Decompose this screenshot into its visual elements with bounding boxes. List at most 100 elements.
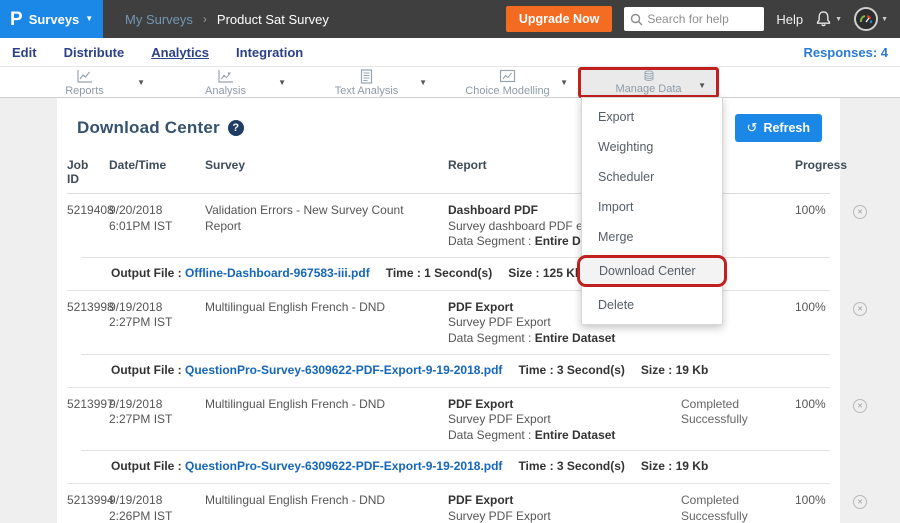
toolbar-label: Analysis	[205, 85, 246, 97]
line-chart-icon	[76, 69, 93, 84]
job-datetime: 9/19/2018 2:27PM IST	[109, 300, 197, 347]
output-time: Time : 1 Second(s)	[386, 266, 492, 280]
toolbar-reports[interactable]: Reports	[14, 67, 155, 98]
cancel-job-icon[interactable]: ✕	[853, 495, 867, 509]
segment-label: Data Segment :	[448, 428, 535, 442]
cancel-job-icon[interactable]: ✕	[853, 399, 867, 413]
col-date-time: Date/Time	[109, 158, 197, 186]
col-progress: Progress	[789, 158, 834, 186]
job-datetime: 9/20/2018 6:01PM IST	[109, 203, 197, 250]
product-menu-label: Surveys	[29, 12, 80, 27]
header-right: Upgrade Now Help	[506, 6, 900, 32]
menu-item-scheduler[interactable]: Scheduler	[582, 162, 722, 192]
toolbar-analysis[interactable]: Analysis	[155, 67, 296, 98]
job-id: 5213994	[67, 493, 101, 523]
toolbar-label: Reports	[65, 85, 104, 97]
col-job-id: Job ID	[67, 158, 101, 186]
nav-analytics[interactable]: Analytics	[151, 45, 209, 60]
output-file-link[interactable]: QuestionPro-Survey-6309622-PDF-Export-9-…	[185, 363, 502, 377]
output-file-label: Output File :	[111, 363, 182, 377]
report-desc: Survey PDF Export	[448, 509, 551, 523]
toolbar-label: Choice Modelling	[465, 85, 549, 97]
gauge-icon	[858, 11, 874, 27]
breadcrumb-separator: ›	[203, 12, 207, 26]
cancel-job-icon[interactable]: ✕	[853, 205, 867, 219]
search-icon	[630, 13, 643, 26]
menu-item-delete[interactable]: Delete	[582, 290, 722, 320]
chevron-down-icon	[835, 16, 842, 23]
chevron-down-icon	[560, 79, 568, 87]
job-id: 5213997	[67, 397, 101, 444]
job-id: 5219408	[67, 203, 101, 250]
help-search	[624, 7, 764, 31]
refresh-icon: ↺	[747, 120, 758, 136]
report-title: PDF Export	[448, 300, 513, 314]
report-desc: Survey PDF Export	[448, 412, 551, 426]
job-progress: 100%	[789, 493, 834, 523]
menu-item-import[interactable]: Import	[582, 192, 722, 222]
job-survey: Multilingual English French - DND	[205, 300, 440, 347]
cancel-job-icon[interactable]: ✕	[853, 302, 867, 316]
upgrade-now-button[interactable]: Upgrade Now	[506, 6, 613, 32]
output-file-link[interactable]: Offline-Dashboard-967583-iii.pdf	[185, 266, 370, 280]
job-datetime: 9/19/2018 2:27PM IST	[109, 397, 197, 444]
report-title: PDF Export	[448, 397, 513, 411]
output-file-row: Output File : QuestionPro-Survey-6309622…	[81, 450, 830, 483]
job-survey: Multilingual English French - DND	[205, 397, 440, 444]
avatar	[854, 7, 878, 31]
database-icon	[641, 70, 657, 82]
menu-item-merge[interactable]: Merge	[582, 222, 722, 252]
output-entry: Output File : QuestionPro-Survey-6309622…	[111, 363, 502, 377]
breadcrumb-my-surveys[interactable]: My Surveys	[125, 12, 193, 27]
help-link[interactable]: Help	[776, 12, 803, 27]
notifications-menu[interactable]	[815, 10, 842, 28]
job-datetime: 9/19/2018 2:26PM IST	[109, 493, 197, 523]
chevron-down-icon	[278, 79, 286, 87]
output-file-link[interactable]: QuestionPro-Survey-6309622-PDF-Export-9-…	[185, 459, 502, 473]
surveys-product-menu[interactable]: P Surveys	[0, 0, 103, 38]
menu-item-weighting[interactable]: Weighting	[582, 132, 722, 162]
segment-value: Entire Dataset	[535, 331, 616, 345]
survey-nav: Edit Distribute Analytics Integration Re…	[0, 38, 900, 67]
document-icon	[359, 69, 374, 84]
main-content: Download Center ? ↺ Refresh Job ID Date/…	[0, 98, 900, 523]
job-block: 5213994 9/19/2018 2:26PM IST Multilingua…	[67, 484, 830, 523]
job-action: ✕	[842, 300, 878, 347]
job-survey: Multilingual English French - DND	[205, 493, 440, 523]
job-id: 5213998	[67, 300, 101, 347]
job-progress: 100%	[789, 203, 834, 250]
page-title: Download Center	[77, 118, 220, 138]
toolbar-text-analysis[interactable]: Text Analysis	[296, 67, 437, 98]
toolbar-manage-data[interactable]: Manage Data	[578, 67, 719, 98]
help-question-icon[interactable]: ?	[228, 120, 244, 136]
chevron-down-icon	[85, 15, 93, 23]
breadcrumb-current-survey: Product Sat Survey	[217, 12, 329, 27]
breadcrumb: My Surveys › Product Sat Survey	[125, 12, 329, 27]
segment-label: Data Segment :	[448, 234, 535, 248]
nav-integration[interactable]: Integration	[236, 45, 303, 60]
menu-item-export[interactable]: Export	[582, 102, 722, 132]
output-entry: Output File : Offline-Dashboard-967583-i…	[111, 266, 370, 280]
search-input[interactable]	[647, 12, 757, 26]
menu-item-download-center[interactable]: Download Center	[577, 255, 727, 287]
chevron-down-icon	[698, 82, 706, 90]
output-file-label: Output File :	[111, 266, 182, 280]
nav-links: Edit Distribute Analytics Integration	[12, 45, 303, 60]
output-size: Size : 125 Kb	[508, 266, 582, 280]
job-progress: 100%	[789, 397, 834, 444]
account-menu[interactable]	[854, 7, 888, 31]
refresh-button[interactable]: ↺ Refresh	[735, 114, 822, 142]
toolbar-label: Text Analysis	[335, 85, 399, 97]
output-file-row: Output File : QuestionPro-Survey-6309622…	[81, 354, 830, 387]
refresh-label: Refresh	[763, 121, 810, 135]
top-header: P Surveys My Surveys › Product Sat Surve…	[0, 0, 900, 38]
output-time: Time : 3 Second(s)	[518, 363, 624, 377]
nav-distribute[interactable]: Distribute	[64, 45, 125, 60]
toolbar-choice-modelling[interactable]: Choice Modelling	[437, 67, 578, 98]
scatter-chart-icon	[217, 69, 234, 84]
nav-edit[interactable]: Edit	[12, 45, 37, 60]
report-desc: Survey PDF Export	[448, 315, 551, 329]
output-entry: Output File : QuestionPro-Survey-6309622…	[111, 459, 502, 473]
job-status: Completed Successfully	[681, 493, 781, 523]
manage-data-dropdown: Export Weighting Scheduler Import Merge …	[581, 97, 723, 325]
